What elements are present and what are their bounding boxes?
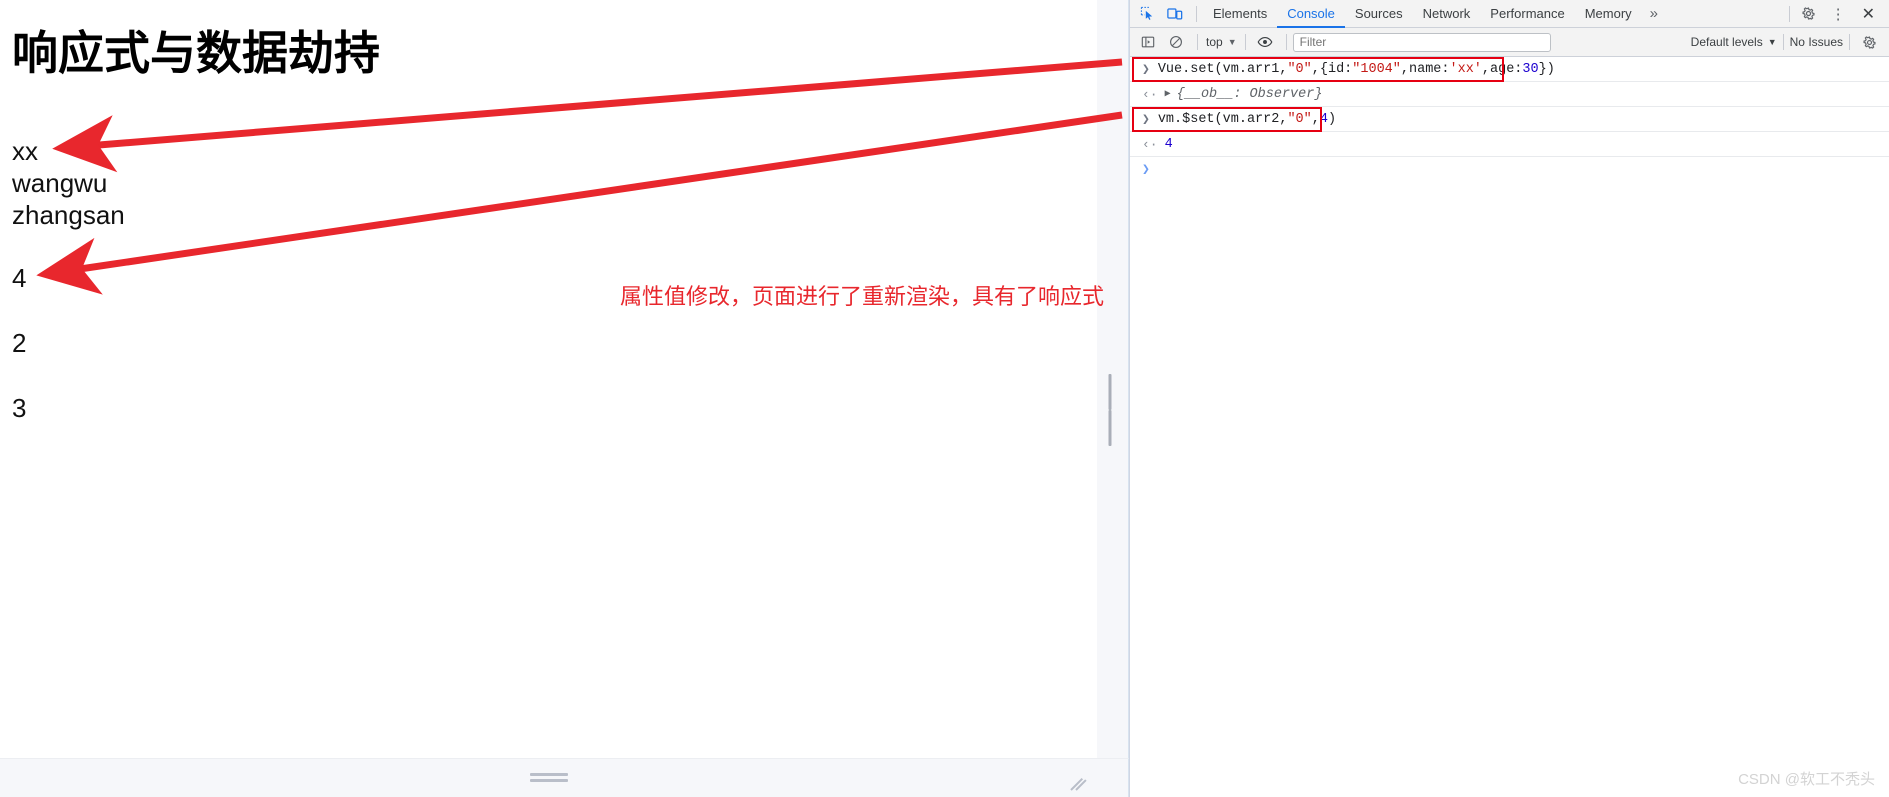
input-caret-icon: ❯ — [1142, 111, 1150, 127]
vertical-splitter[interactable] — [1097, 0, 1129, 758]
output-caret-icon: ‹· — [1142, 136, 1158, 152]
list-item-name-2: zhangsan — [12, 200, 125, 230]
list-item-number-1: 2 — [12, 328, 27, 358]
tab-performance[interactable]: Performance — [1480, 0, 1574, 28]
corner-resize-grip[interactable] — [1069, 771, 1089, 791]
log-levels-select[interactable]: Default levels ▼ — [1691, 35, 1777, 49]
console-code-segment: "0" — [1287, 111, 1312, 127]
console-input-row[interactable]: ❯ Vue.set(vm.arr1, "0" ,{id: "1004" ,nam… — [1130, 57, 1889, 82]
console-code-segment: , — [1311, 111, 1320, 127]
vertical-resize-handle[interactable] — [1108, 374, 1117, 446]
console-prompt-row[interactable]: ❯ — [1130, 157, 1889, 182]
chevron-down-icon: ▼ — [1227, 37, 1237, 47]
list-item-number-0: 4 — [12, 263, 27, 293]
more-tabs-button[interactable]: » — [1642, 0, 1666, 28]
console-code-segment: ,{id: — [1311, 61, 1353, 77]
console-sidebar-icon[interactable] — [1135, 30, 1161, 54]
list-item-number-2: 3 — [12, 393, 27, 423]
tab-network[interactable]: Network — [1413, 0, 1481, 28]
devtools-tab-strip: Elements Console Sources Network Perform… — [1130, 0, 1889, 28]
page-title: 响应式与数据劫持 — [12, 27, 380, 79]
more-options-icon[interactable]: ⋮ — [1824, 5, 1854, 23]
toolbar-separator-4 — [1782, 34, 1784, 50]
console-output-row[interactable]: ‹· ▶ {__ob__: Observer} — [1130, 82, 1889, 107]
tab-memory[interactable]: Memory — [1575, 0, 1642, 28]
console-code-segment: ,name: — [1400, 61, 1450, 77]
close-icon[interactable]: ✕ — [1854, 4, 1883, 24]
live-expression-eye-icon[interactable] — [1252, 30, 1278, 54]
object-preview[interactable]: {__ob__: Observer} — [1177, 87, 1323, 102]
web-page-pane: 响应式与数据劫持 xx wangwu zhangsan 4 2 3 — [0, 0, 1097, 797]
list-item-name-0: xx — [12, 136, 38, 166]
page-bottom-bar — [0, 758, 1097, 797]
output-caret-icon: ‹· — [1142, 86, 1158, 102]
console-output-row[interactable]: ‹· 4 — [1130, 132, 1889, 157]
expand-triangle-icon[interactable]: ▶ — [1165, 88, 1171, 100]
devtools-panel: Elements Console Sources Network Perform… — [1129, 0, 1889, 797]
toolbar-separator-5 — [1849, 34, 1850, 50]
issues-status[interactable]: No Issues — [1790, 35, 1843, 49]
log-levels-value: Default levels — [1690, 35, 1763, 49]
console-code-segment: "1004" — [1352, 61, 1401, 77]
chevron-down-icon-levels: ▼ — [1767, 37, 1777, 47]
console-code-segment: ) — [1327, 111, 1337, 127]
screenshot-root: 响应式与数据劫持 xx wangwu zhangsan 4 2 3 Elemen… — [0, 0, 1889, 797]
console-code-segment: Vue.set(vm.arr1, — [1157, 61, 1288, 77]
horizontal-resize-handle[interactable] — [529, 773, 568, 782]
prompt-caret-icon: ❯ — [1142, 162, 1150, 177]
console-code-segment: 30 — [1522, 61, 1539, 77]
tab-sources[interactable]: Sources — [1345, 0, 1413, 28]
console-code-segment: }) — [1538, 61, 1555, 77]
device-toolbar-icon[interactable] — [1162, 2, 1188, 26]
console-code-segment: 'xx' — [1449, 61, 1482, 77]
input-caret-icon: ❯ — [1142, 61, 1150, 77]
vertical-splitter-bottom — [1097, 758, 1129, 797]
toolbar-separator-2 — [1244, 34, 1246, 50]
console-code-segment: "0" — [1287, 61, 1312, 77]
console-result-value: 4 — [1164, 136, 1173, 152]
console-toolbar: top ▼ Default levels ▼ No Issues — [1130, 28, 1889, 57]
clear-console-icon[interactable] — [1163, 30, 1189, 54]
console-input-row[interactable]: ❯ vm.$set(vm.arr2, "0" , 4 ) — [1130, 107, 1889, 132]
gear-icon[interactable] — [1796, 2, 1822, 26]
console-code-segment: 4 — [1319, 111, 1328, 127]
execution-context-select[interactable]: top ▼ — [1204, 35, 1239, 49]
console-log-area[interactable]: ❯ Vue.set(vm.arr1, "0" ,{id: "1004" ,nam… — [1130, 57, 1889, 797]
tab-separator — [1196, 5, 1197, 22]
console-settings-gear-icon[interactable] — [1856, 30, 1882, 54]
watermark: CSDN @软工不秃头 — [1738, 771, 1875, 788]
execution-context-value: top — [1206, 35, 1223, 49]
toolbar-separator-3 — [1285, 34, 1287, 50]
console-code-segment: ,age: — [1481, 61, 1523, 77]
tab-console[interactable]: Console — [1277, 0, 1345, 28]
filter-input[interactable] — [1292, 32, 1551, 52]
tab-elements[interactable]: Elements — [1203, 0, 1277, 28]
toolbar-separator-1 — [1197, 34, 1198, 50]
list-item-name-1: wangwu — [12, 168, 108, 198]
tab-separator-right — [1788, 5, 1790, 22]
console-code-segment: vm.$set(vm.arr2, — [1157, 111, 1288, 127]
inspect-element-icon[interactable] — [1134, 2, 1160, 26]
